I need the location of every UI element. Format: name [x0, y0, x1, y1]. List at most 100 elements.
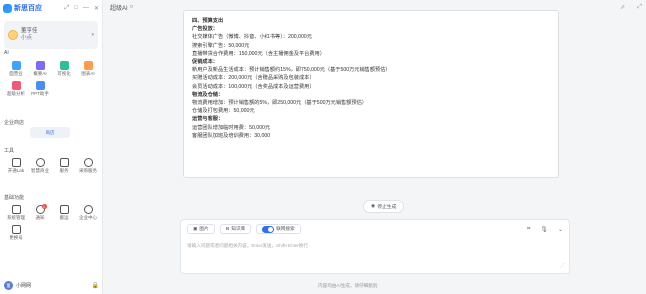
- ai-item-label: 面营业: [9, 71, 23, 76]
- footer-note: 内容均由AI生成，请仔细甄别: [318, 283, 378, 288]
- close-icon[interactable]: ✕: [94, 5, 99, 12]
- ai-item-icon: [59, 61, 69, 70]
- sidebar: 新思百应 ⤢ □ — ✕ 董亨佳 小点 ▾ AI 面营业 概要AI 可视化 图表AI 超…: [0, 0, 103, 294]
- basic-item-label: 通知: [35, 215, 45, 220]
- chevron-down-icon: ▾: [91, 32, 94, 38]
- enterprise-store-button[interactable]: 商店: [30, 127, 70, 138]
- section-enterprise-title: 企业商店: [4, 120, 25, 126]
- chat-input-placeholder: 请输入问题或者问题相关内容，Enter发送，Shift+Enter换行: [187, 243, 309, 248]
- content-line: 新用户及新品生活成本：预计销售额约15%，即750,000元（基于500万元销售…: [192, 67, 391, 74]
- tool-item-label: 智慧商业: [31, 168, 49, 173]
- content-line: 运营团队增加临时用费：50,000元: [192, 124, 271, 131]
- basic-grid: 系统管理 1 通知 搬运 企业中心更换号: [4, 204, 100, 241]
- ai-item[interactable]: PPT助手: [28, 81, 52, 97]
- avatar: [8, 30, 18, 40]
- basic-item-label: 搬运: [59, 215, 69, 220]
- basic-item-icon: 1: [35, 204, 47, 214]
- microphone-icon[interactable]: 🎙: [540, 226, 548, 233]
- content-line: 仓储及打包费用：50,000元: [192, 108, 255, 115]
- ai-item-icon: [83, 61, 93, 70]
- basic-item-label: 更换号: [9, 235, 23, 240]
- section-basic-title: 基础功能: [4, 195, 25, 201]
- fullscreen-icon[interactable]: ⤢: [637, 4, 642, 11]
- content-heading: 运营与客服：: [192, 116, 224, 123]
- expand-icon[interactable]: ⤢: [65, 5, 70, 12]
- tool-item-icon: [35, 158, 45, 167]
- web-search-toggle[interactable]: 联网搜索: [256, 224, 301, 234]
- tool-item[interactable]: 开通Lab: [4, 158, 28, 174]
- answer-content: 四、预算支出 广告投放： 社交媒体广告（微博、抖音、小红书等）：200,000元 搜索…: [183, 10, 559, 178]
- user-name: 董亨佳: [21, 28, 38, 34]
- content-heading: 物流及仓储：: [192, 91, 224, 98]
- content-heading: 四、预算支出: [192, 18, 224, 24]
- ai-item-icon: [35, 81, 45, 90]
- tool-item-label: 采购服务: [79, 168, 97, 173]
- attach-icon[interactable]: ⌗: [527, 226, 530, 233]
- ai-item-label: 可视化: [57, 71, 71, 76]
- user-sub: 小点: [21, 35, 33, 41]
- stop-icon: ◉: [371, 204, 376, 209]
- ai-item-label: 概要AI: [33, 71, 47, 76]
- book-icon: ⊟: [225, 226, 230, 231]
- tool-item-label: 服务: [59, 168, 69, 173]
- content-heading: 广告投放：: [192, 26, 218, 33]
- content-line: 买赠活动成本：200,000元（含赠品采购及包装成本）: [192, 75, 315, 82]
- basic-item-label: 系统管理: [7, 215, 25, 220]
- user-avatar: 董: [4, 281, 13, 290]
- basic-item[interactable]: 搬运: [52, 205, 76, 221]
- basic-item[interactable]: 更换号: [4, 225, 28, 241]
- basic-item-icon: [11, 225, 21, 234]
- image-label: 图片: [199, 226, 209, 231]
- image-icon: ▣: [193, 226, 198, 231]
- user-switcher[interactable]: 董亨佳 小点 ▾: [4, 21, 98, 49]
- web-search-label: 联网搜索: [276, 226, 295, 231]
- send-icon[interactable]: ⌄: [558, 226, 563, 233]
- tools-grid: 开通Lab 智慧商业 服务 采购服务: [4, 158, 100, 174]
- basic-item-icon: [59, 205, 69, 214]
- notification-badge: 1: [41, 204, 47, 209]
- tool-item-icon: [11, 158, 21, 167]
- maximize-icon[interactable]: □: [74, 5, 78, 12]
- content-line: 社交媒体广告（微博、抖音、小红书等）：200,000元: [192, 34, 312, 41]
- tool-item[interactable]: 服务: [52, 158, 76, 174]
- bottom-user-name: 小网网: [16, 283, 32, 289]
- knowledge-label: 知识库: [231, 226, 246, 231]
- basic-item-icon: [11, 205, 21, 214]
- ai-item[interactable]: 可视化: [52, 61, 76, 77]
- logo-row: 新思百应 ⤢ □ — ✕: [0, 0, 102, 16]
- tool-item[interactable]: 智慧商业: [28, 158, 52, 174]
- basic-item[interactable]: 1 通知: [28, 204, 52, 221]
- refresh-icon[interactable]: ○: [130, 4, 134, 10]
- section-ai-title: AI: [4, 50, 9, 56]
- ai-item[interactable]: 概要AI: [28, 61, 52, 77]
- tool-item-label: 开通Lab: [7, 168, 25, 173]
- ai-item[interactable]: 超级分析: [4, 81, 28, 97]
- stop-generate-button[interactable]: ◉ 停止生成: [363, 200, 405, 213]
- content-line: 直播带货合作费用：150,000元（含主播佣金及平台费用）: [192, 50, 325, 57]
- tool-item[interactable]: 采购服务: [76, 158, 100, 174]
- resize-handle-icon[interactable]: ⋰: [560, 263, 565, 269]
- share-icon[interactable]: ⇗: [620, 4, 625, 11]
- ai-item-label: 超级分析: [7, 91, 25, 96]
- ai-item[interactable]: 面营业: [4, 61, 28, 77]
- image-button[interactable]: ▣ 图片: [187, 224, 215, 234]
- knowledge-base-button[interactable]: ⊟ 知识库: [219, 224, 252, 234]
- ai-item-icon: [35, 61, 45, 70]
- toggle-switch[interactable]: [262, 225, 275, 233]
- basic-item-label: 企业中心: [79, 215, 97, 220]
- tool-item-icon: [83, 158, 93, 167]
- ai-item[interactable]: 图表AI: [76, 61, 100, 77]
- chat-input-area[interactable]: ▣ 图片 ⊟ 知识库 联网搜索 ⌗ 🎙 ⌄ 请输入问题或者问题相关内容，Ente…: [180, 219, 570, 274]
- content-line: 搜索引擎广告：50,000元: [192, 42, 250, 49]
- ai-item-label: 图表AI: [81, 71, 95, 76]
- lock-icon[interactable]: 🔒: [92, 282, 99, 289]
- bottom-user[interactable]: 董 小网网 🔒: [4, 281, 99, 290]
- ai-item-label: PPT助手: [31, 91, 49, 96]
- minimize-icon[interactable]: —: [83, 5, 89, 12]
- basic-item[interactable]: 企业中心: [76, 205, 100, 221]
- app-name: 新思百应: [14, 5, 42, 12]
- content-line: 物流费用增加：预计销售额的5%，即250,000元（基于500万元销售额预估）: [192, 100, 367, 107]
- section-tools-title: 工具: [4, 148, 15, 154]
- basic-item[interactable]: 系统管理: [4, 205, 28, 221]
- content-line: 会员活动成本：100,000元（含奖品成本及运营费用）: [192, 83, 315, 90]
